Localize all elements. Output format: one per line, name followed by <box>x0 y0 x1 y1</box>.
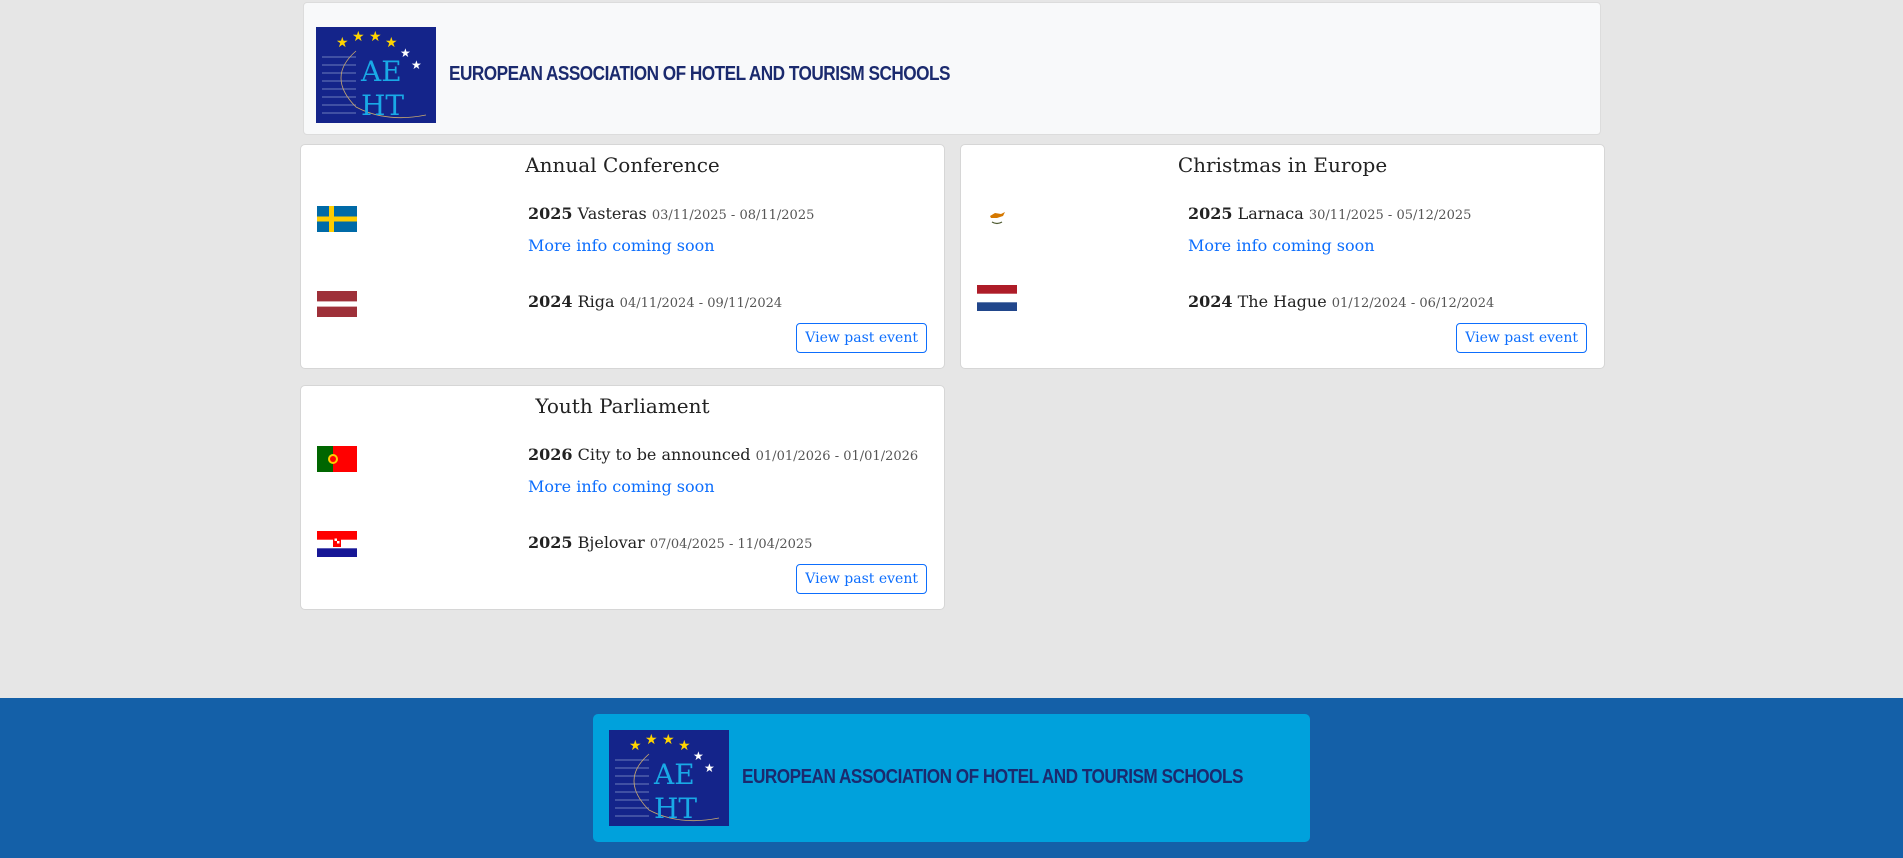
event-line: 2025 Bjelovar 07/04/2025 - 11/04/2025 <box>528 533 812 552</box>
event-city: Bjelovar <box>577 533 645 552</box>
event-line: 2025 Vasteras 03/11/2025 - 08/11/2025 <box>528 204 814 223</box>
event-dates: 04/11/2024 - 09/11/2024 <box>619 296 783 311</box>
card-annual-conference: Annual Conference 2025 Vasteras 03/11/20… <box>300 144 945 369</box>
event-city: Larnaca <box>1237 204 1304 223</box>
site-footer: ★ ★ ★ ★ ★ ★ AE HT EUROPEAN ASSOCIATION O… <box>0 698 1903 858</box>
event-dates: 01/12/2024 - 06/12/2024 <box>1331 296 1495 311</box>
card-title: Christmas in Europe <box>1177 153 1388 177</box>
event-year: 2024 <box>1188 292 1233 311</box>
view-past-event-button[interactable]: View past event <box>796 323 927 353</box>
card-title: Annual Conference <box>525 153 720 177</box>
svg-text:★: ★ <box>645 732 658 748</box>
svg-text:★: ★ <box>352 29 365 45</box>
card-christmas-in-europe: Christmas in Europe 2025 Larnaca 30/11/2… <box>960 144 1605 369</box>
svg-text:AE: AE <box>653 758 695 791</box>
netherlands-flag-icon <box>977 285 1017 311</box>
event-dates: 03/11/2025 - 08/11/2025 <box>651 208 815 223</box>
event-year: 2025 <box>1188 204 1233 223</box>
event-line: 2026 City to be announced 01/01/2026 - 0… <box>528 445 918 464</box>
event-dates: 07/04/2025 - 11/04/2025 <box>649 537 813 552</box>
event-city: The Hague <box>1237 292 1327 311</box>
more-info-link[interactable]: More info coming soon <box>1188 236 1375 255</box>
event-item: 2026 City to be announced 01/01/2026 - 0… <box>301 444 944 504</box>
site-header: ★ ★ ★ ★ ★ ★ AE HT EUROPEAN ASSOCIATION O… <box>303 2 1601 135</box>
sweden-flag-icon <box>317 206 357 232</box>
event-line: 2025 Larnaca 30/11/2025 - 05/12/2025 <box>1188 204 1471 223</box>
more-info-link[interactable]: More info coming soon <box>528 477 715 496</box>
svg-text:★: ★ <box>336 35 349 51</box>
svg-text:★: ★ <box>411 58 422 72</box>
latvia-flag-icon <box>317 291 357 317</box>
svg-text:★: ★ <box>678 738 691 754</box>
card-title: Youth Parliament <box>535 394 710 418</box>
event-item: 2025 Vasteras 03/11/2025 - 08/11/2025 Mo… <box>301 203 944 263</box>
card-youth-parliament: Youth Parliament 2026 City to be announc… <box>300 385 945 610</box>
event-line: 2024 Riga 04/11/2024 - 09/11/2024 <box>528 292 782 311</box>
svg-text:HT: HT <box>654 792 697 825</box>
footer-org-name: EUROPEAN ASSOCIATION OF HOTEL AND TOURIS… <box>742 766 1243 788</box>
more-info-link[interactable]: More info coming soon <box>528 236 715 255</box>
svg-text:HT: HT <box>361 89 404 122</box>
event-dates: 30/11/2025 - 05/12/2025 <box>1308 208 1472 223</box>
event-year: 2026 <box>528 445 573 464</box>
event-year: 2025 <box>528 533 573 552</box>
event-year: 2024 <box>528 292 573 311</box>
croatia-flag-icon <box>317 531 357 557</box>
svg-text:★: ★ <box>704 761 715 775</box>
view-past-event-button[interactable]: View past event <box>1456 323 1587 353</box>
cyprus-flag-icon <box>977 206 1017 232</box>
svg-text:★: ★ <box>662 732 675 748</box>
svg-text:AE: AE <box>360 55 402 88</box>
org-name: EUROPEAN ASSOCIATION OF HOTEL AND TOURIS… <box>449 63 950 85</box>
footer-panel: ★ ★ ★ ★ ★ ★ AE HT EUROPEAN ASSOCIATION O… <box>593 714 1310 842</box>
svg-text:★: ★ <box>385 35 398 51</box>
aeht-logo[interactable]: ★ ★ ★ ★ ★ ★ AE HT <box>609 730 729 826</box>
event-line: 2024 The Hague 01/12/2024 - 06/12/2024 <box>1188 292 1494 311</box>
event-city: City to be announced <box>577 445 751 464</box>
svg-text:★: ★ <box>369 29 382 45</box>
event-city: Vasteras <box>577 204 647 223</box>
view-past-event-button[interactable]: View past event <box>796 564 927 594</box>
event-city: Riga <box>577 292 615 311</box>
aeht-logo[interactable]: ★ ★ ★ ★ ★ ★ AE HT <box>316 27 436 123</box>
event-item: 2025 Larnaca 30/11/2025 - 05/12/2025 Mor… <box>961 203 1604 263</box>
event-dates: 01/01/2026 - 01/01/2026 <box>755 449 919 464</box>
portugal-flag-icon <box>317 446 357 472</box>
svg-text:★: ★ <box>629 738 642 754</box>
event-year: 2025 <box>528 204 573 223</box>
